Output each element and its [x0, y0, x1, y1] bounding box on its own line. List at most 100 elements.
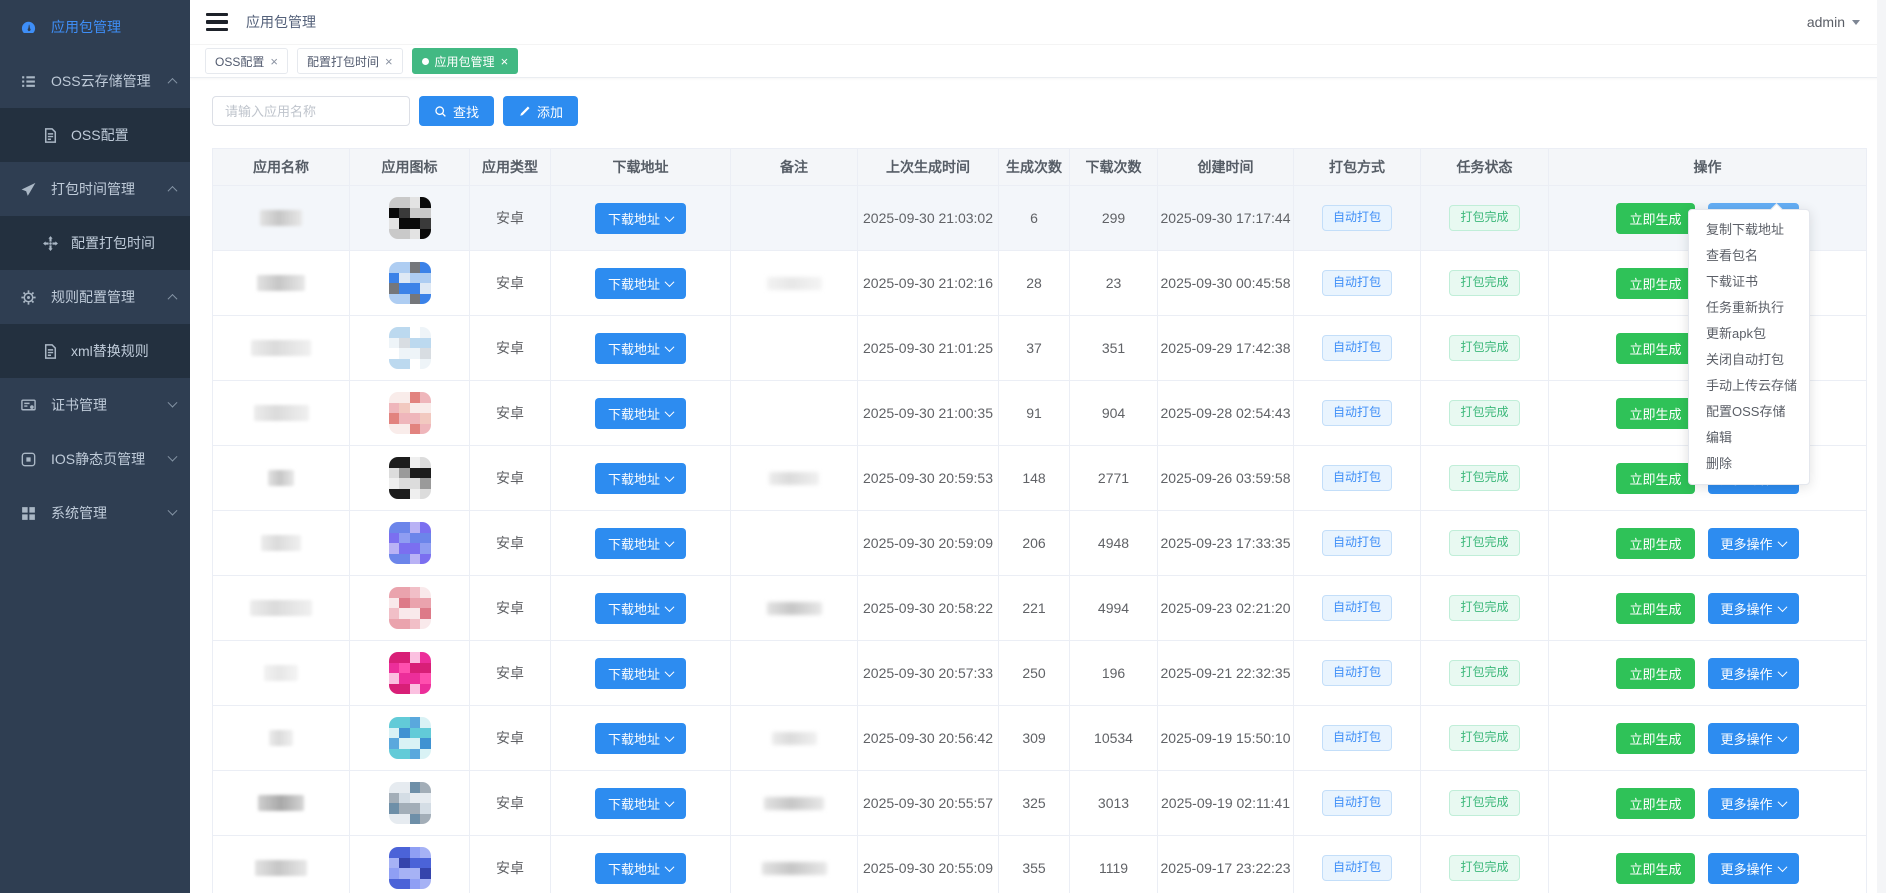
- generate-now-button[interactable]: 立即生成: [1616, 723, 1694, 754]
- actions-cell: 立即生成更多操作: [1549, 641, 1867, 706]
- user-menu[interactable]: admin: [1807, 14, 1860, 30]
- download-address-button[interactable]: 下载地址: [595, 333, 686, 364]
- scrollbar-track[interactable]: [1877, 0, 1886, 893]
- hamburger-menu-icon[interactable]: [206, 13, 228, 31]
- tab-app-package-management[interactable]: 应用包管理 ×: [412, 48, 519, 74]
- app-name-cell: [213, 316, 350, 381]
- sidebar-item-label: IOS静态页管理: [51, 449, 145, 469]
- sidebar-item-certificate-management[interactable]: 证书管理: [0, 378, 190, 432]
- search-button-label: 查找: [453, 102, 479, 121]
- app-name-cell: [213, 251, 350, 316]
- sidebar-item-config-pack-time[interactable]: 配置打包时间: [0, 216, 190, 270]
- generate-now-button[interactable]: 立即生成: [1616, 658, 1694, 689]
- close-icon[interactable]: ×: [270, 55, 278, 68]
- generate-now-button[interactable]: 立即生成: [1616, 853, 1694, 884]
- download-address-button[interactable]: 下载地址: [595, 398, 686, 429]
- download-address-button[interactable]: 下载地址: [595, 788, 686, 819]
- app-icon: [389, 197, 431, 239]
- menu-item-config-oss-storage[interactable]: 配置OSS存储: [1689, 399, 1809, 425]
- download-count: 4948: [1070, 511, 1158, 576]
- more-actions-button[interactable]: 更多操作: [1708, 853, 1799, 884]
- task-status-cell: 打包完成: [1421, 836, 1549, 893]
- menu-item-manual-upload-cloud[interactable]: 手动上传云存储: [1689, 373, 1809, 399]
- app-name-cell: [213, 836, 350, 893]
- download-count: 351: [1070, 316, 1158, 381]
- sidebar-item-oss-config[interactable]: OSS配置: [0, 108, 190, 162]
- generate-now-button[interactable]: 立即生成: [1616, 268, 1694, 299]
- download-address-button[interactable]: 下载地址: [595, 723, 686, 754]
- pack-mode-cell: 自动打包: [1294, 381, 1421, 446]
- more-actions-dropdown-menu: 复制下载地址 查看包名 下载证书 任务重新执行 更新apk包 关闭自动打包 手动…: [1688, 209, 1810, 485]
- generate-now-button[interactable]: 立即生成: [1616, 333, 1694, 364]
- sidebar-item-oss-cloud-storage[interactable]: OSS云存储管理: [0, 54, 190, 108]
- app-icon-cell: [350, 576, 470, 641]
- download-address-cell: 下载地址: [551, 576, 731, 641]
- sidebar-item-label: OSS云存储管理: [51, 71, 151, 91]
- tab-config-pack-time[interactable]: 配置打包时间 ×: [297, 48, 403, 74]
- download-address-button[interactable]: 下载地址: [595, 203, 686, 234]
- generate-now-button[interactable]: 立即生成: [1616, 593, 1694, 624]
- tab-oss-config[interactable]: OSS配置 ×: [205, 48, 288, 74]
- more-actions-label: 更多操作: [1721, 599, 1773, 618]
- menu-item-update-apk[interactable]: 更新apk包: [1689, 321, 1809, 347]
- remark-cell: [731, 446, 858, 511]
- menu-item-download-certificate[interactable]: 下载证书: [1689, 269, 1809, 295]
- generate-now-button[interactable]: 立即生成: [1616, 528, 1694, 559]
- list-icon: [20, 73, 37, 90]
- generate-count: 28: [999, 251, 1070, 316]
- remark-cell: [731, 576, 858, 641]
- menu-item-rerun-task[interactable]: 任务重新执行: [1689, 295, 1809, 321]
- last-generated-time: 2025-09-30 20:56:42: [858, 706, 999, 771]
- more-actions-label: 更多操作: [1721, 534, 1773, 553]
- more-actions-button[interactable]: 更多操作: [1708, 723, 1799, 754]
- sidebar-item-xml-replace-rule[interactable]: xml替换规则: [0, 324, 190, 378]
- sidebar-item-app-package-management[interactable]: 应用包管理: [0, 0, 190, 54]
- menu-item-edit[interactable]: 编辑: [1689, 425, 1809, 451]
- sidebar-item-system-management[interactable]: 系统管理: [0, 486, 190, 540]
- download-address-button[interactable]: 下载地址: [595, 463, 686, 494]
- pack-mode-cell: 自动打包: [1294, 511, 1421, 576]
- task-status-cell: 打包完成: [1421, 381, 1549, 446]
- generate-now-button[interactable]: 立即生成: [1616, 398, 1694, 429]
- task-status-tag: 打包完成: [1449, 335, 1519, 360]
- sidebar-item-ios-static-page-management[interactable]: IOS静态页管理: [0, 432, 190, 486]
- col-remark: 备注: [731, 149, 858, 186]
- menu-item-delete[interactable]: 删除: [1689, 451, 1809, 477]
- chevron-down-icon: [665, 537, 675, 547]
- generate-now-button[interactable]: 立即生成: [1616, 788, 1694, 819]
- more-actions-button[interactable]: 更多操作: [1708, 528, 1799, 559]
- more-actions-button[interactable]: 更多操作: [1708, 788, 1799, 819]
- pen-icon: [518, 105, 531, 118]
- download-address-button[interactable]: 下载地址: [595, 593, 686, 624]
- download-address-button[interactable]: 下载地址: [595, 268, 686, 299]
- sidebar-item-pack-time-management[interactable]: 打包时间管理: [0, 162, 190, 216]
- add-button-label: 添加: [537, 102, 563, 121]
- app-icon: [389, 522, 431, 564]
- menu-item-copy-download-address[interactable]: 复制下载地址: [1689, 217, 1809, 243]
- add-button[interactable]: 添加: [503, 96, 578, 126]
- download-address-button[interactable]: 下载地址: [595, 853, 686, 884]
- menu-item-disable-auto-pack[interactable]: 关闭自动打包: [1689, 347, 1809, 373]
- table-row: 安卓下载地址2025-09-30 20:59:5314827712025-09-…: [213, 446, 1867, 511]
- pack-mode-tag: 自动打包: [1322, 855, 1392, 880]
- actions-group: 立即生成更多操作: [1549, 723, 1866, 754]
- search-button[interactable]: 查找: [419, 96, 494, 126]
- more-actions-button[interactable]: 更多操作: [1708, 593, 1799, 624]
- generate-now-button[interactable]: 立即生成: [1616, 203, 1694, 234]
- search-input[interactable]: [212, 96, 410, 126]
- send-icon: [20, 181, 37, 198]
- download-address-button[interactable]: 下载地址: [595, 528, 686, 559]
- sidebar-item-rule-config-management[interactable]: 规则配置管理: [0, 270, 190, 324]
- close-icon[interactable]: ×: [385, 55, 393, 68]
- sidebar: 应用包管理 OSS云存储管理 OSS配置 打包时间管理 配置打包时间 规则配置管…: [0, 0, 190, 893]
- remark-cell: [731, 836, 858, 893]
- download-address-button[interactable]: 下载地址: [595, 658, 686, 689]
- close-icon[interactable]: ×: [501, 55, 509, 68]
- more-actions-button[interactable]: 更多操作: [1708, 658, 1799, 689]
- app-icon-cell: [350, 251, 470, 316]
- generate-now-button[interactable]: 立即生成: [1616, 463, 1694, 494]
- download-address-label: 下载地址: [608, 859, 660, 878]
- chevron-down-icon: [665, 797, 675, 807]
- menu-item-view-package-name[interactable]: 查看包名: [1689, 243, 1809, 269]
- app-name-cell: [213, 186, 350, 251]
